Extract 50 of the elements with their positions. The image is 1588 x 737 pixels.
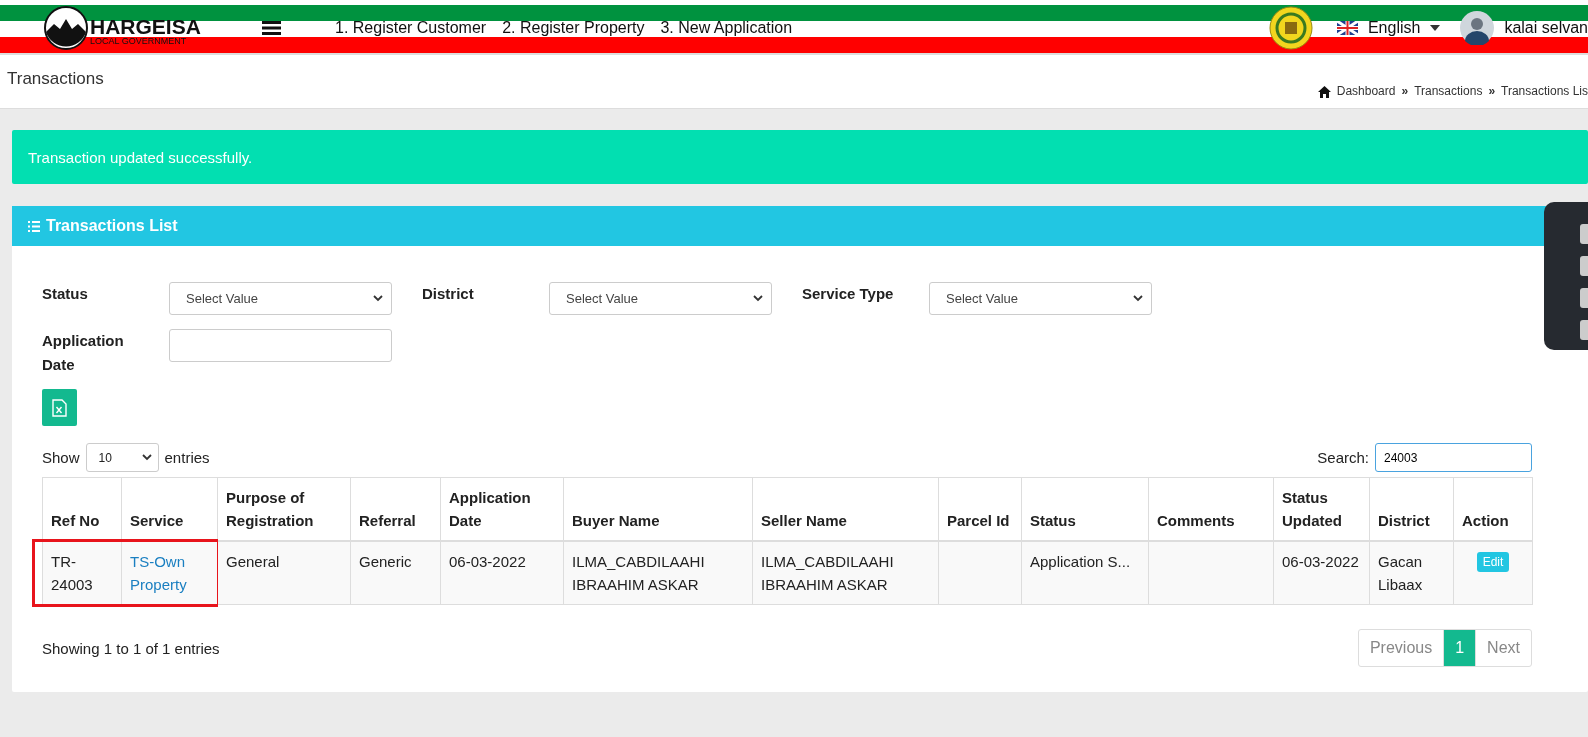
list-icon [28, 220, 40, 232]
breadcrumb-separator: » [1488, 84, 1496, 98]
chevron-down-icon [141, 454, 152, 461]
select-field[interactable]: Select Value [929, 282, 1152, 315]
home-icon [1317, 86, 1331, 98]
table-cell: Generic [350, 541, 441, 605]
nav-link[interactable]: 2. Register Property [502, 18, 645, 37]
page-title: Transactions [7, 69, 104, 90]
table-cell: ILMA_CABDILAAHI IBRAAHIM ASKAR [563, 541, 753, 605]
user-dropdown[interactable]: kalai selvan [1504, 18, 1588, 37]
filter-label: Application Date [42, 331, 125, 375]
entries-label: entries [164, 449, 210, 466]
table-cell: General [217, 541, 351, 605]
success-alert: Transaction updated successfully. [12, 130, 1588, 184]
table-cell: 06-03-2022 [1273, 541, 1370, 605]
filter-label: District [422, 284, 475, 304]
select-field[interactable]: Select Value [169, 282, 392, 315]
search-field[interactable]: 24003 [1375, 443, 1532, 472]
caret-icon [1430, 24, 1441, 31]
avatar-icon[interactable] [1460, 10, 1495, 45]
brand-name: HARGEISA [90, 15, 201, 37]
table-info: Showing 1 to 1 of 1 entries [42, 639, 220, 657]
breadcrumb-link[interactable]: Transactions [1414, 84, 1483, 98]
breadcrumb-separator: » [1401, 84, 1409, 98]
emblem-icon [1268, 5, 1313, 50]
show-label: Show [42, 449, 80, 466]
chevron-down-icon [753, 295, 763, 302]
language-dropdown[interactable]: English [1367, 18, 1421, 37]
brand-subtitle: LOCAL GOVERNMENT [90, 36, 188, 46]
nav-link[interactable]: 3. New Application [660, 18, 793, 37]
table-cell: Application S... [1021, 541, 1149, 605]
menu-icon[interactable] [262, 20, 281, 35]
entries-select[interactable]: 10 [85, 443, 159, 472]
chevron-down-icon [373, 295, 383, 302]
chevron-down-icon [1133, 295, 1143, 302]
table-cell: 06-03-2022 [440, 541, 564, 605]
table-cell: ILMA_CABDILAAHI IBRAAHIM ASKAR [752, 541, 939, 605]
search-label: Search: [1317, 449, 1369, 466]
card-title: Transactions List [46, 217, 178, 235]
filter-label: Status [42, 284, 89, 304]
nav-link[interactable]: 1. Register Customer [335, 18, 487, 37]
date-input[interactable] [169, 329, 392, 362]
excel-icon [52, 398, 67, 417]
select-field[interactable]: Select Value [549, 282, 772, 315]
table-cell: Gacan Libaax [1369, 541, 1454, 605]
filter-label: Service Type [802, 284, 895, 304]
service-link[interactable]: TS-Own Property [130, 550, 209, 596]
breadcrumb-link[interactable]: Transactions Lis [1501, 84, 1588, 98]
breadcrumb-link[interactable]: Dashboard [1336, 84, 1396, 98]
logo-icon [44, 5, 88, 50]
